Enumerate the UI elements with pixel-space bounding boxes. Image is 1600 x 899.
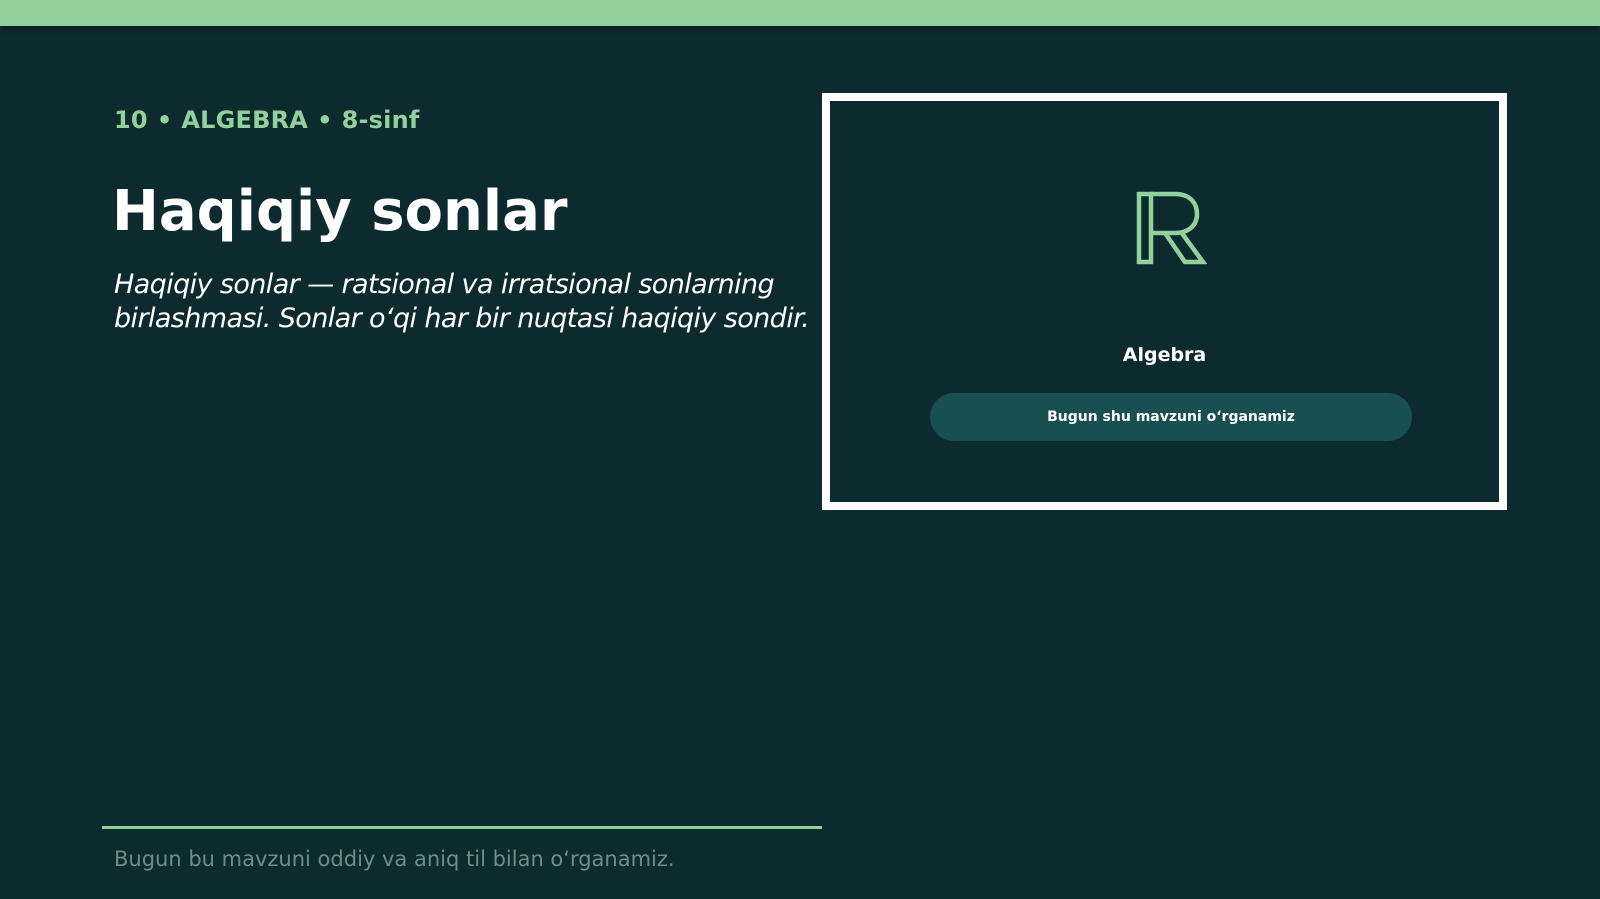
kicker-separator: • (156, 106, 173, 134)
kicker-separator: • (317, 106, 333, 134)
footer-divider (102, 826, 822, 829)
subject-name: ALGEBRA (181, 106, 309, 134)
lesson-title: Haqiqiy sonlar (112, 179, 568, 244)
footer-note: Bugun bu mavzuni oddiy va aniq til bilan… (114, 847, 675, 871)
top-accent-bar (0, 0, 1600, 26)
card-subject-label: Algebra (1122, 344, 1207, 366)
start-lesson-button[interactable]: Bugun shu mavzuni o‘rganamiz (930, 393, 1412, 441)
double-struck-r-icon (1136, 191, 1207, 265)
topic-card: Algebra Bugun shu mavzuni o‘rganamiz (822, 93, 1507, 510)
lesson-kicker: 10 • ALGEBRA • 8-sinf (114, 106, 420, 134)
grade-label: 8-sinf (341, 106, 420, 134)
lesson-number: 10 (114, 106, 148, 134)
lesson-subtitle: Haqiqiy sonlar — ratsional va irratsiona… (114, 269, 810, 334)
